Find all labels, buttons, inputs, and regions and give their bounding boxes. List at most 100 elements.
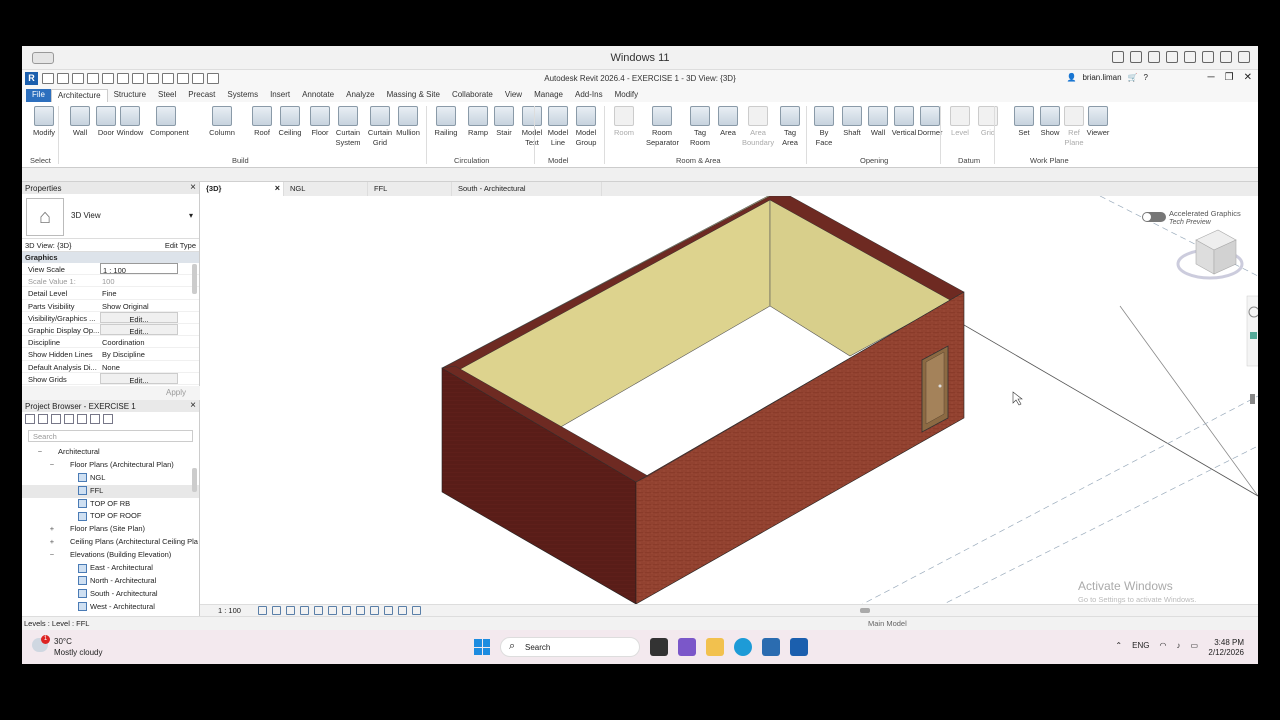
tab-view[interactable]: View: [499, 89, 528, 102]
store-icon[interactable]: [762, 638, 780, 656]
tab-manage[interactable]: Manage: [528, 89, 569, 102]
tree-node[interactable]: − Architectural: [22, 446, 199, 459]
sun-path-icon[interactable]: [286, 606, 295, 615]
render-icon[interactable]: [314, 606, 323, 615]
tree-node[interactable]: East - Architectural: [22, 562, 199, 575]
view-cube[interactable]: [1176, 229, 1244, 280]
expand-icon[interactable]: +: [48, 536, 56, 549]
model-group-tool[interactable]: Model Group: [570, 106, 602, 148]
accelerated-graphics-toggle[interactable]: [1142, 212, 1166, 222]
panel-select[interactable]: Select: [30, 156, 51, 165]
copilot-icon[interactable]: [678, 638, 696, 656]
tree-node[interactable]: + Ceiling Plans (Architectural Ceiling Pl…: [22, 536, 199, 549]
panel-build[interactable]: Build: [232, 156, 249, 165]
property-row[interactable]: Show Hidden Lines By Discipline: [22, 348, 199, 361]
battery-icon[interactable]: ▭: [1190, 641, 1198, 650]
close-icon[interactable]: ×: [190, 400, 196, 411]
area-boundary-tool[interactable]: Area Boundary: [742, 106, 774, 148]
column-tool[interactable]: Column: [206, 106, 238, 138]
user-name[interactable]: brian.liman: [1082, 73, 1121, 82]
tab-annotate[interactable]: Annotate: [296, 89, 340, 102]
modify-tool[interactable]: Modify: [28, 106, 60, 138]
view-tab[interactable]: South - Architectural: [452, 182, 602, 196]
camera-icon[interactable]: [1166, 51, 1178, 63]
scrollbar[interactable]: [192, 468, 197, 492]
ceiling-tool[interactable]: Ceiling: [274, 106, 306, 138]
search-input[interactable]: Search: [28, 430, 193, 442]
main-model-selector[interactable]: Main Model: [868, 619, 907, 628]
view-tab[interactable]: {3D} ×: [200, 182, 284, 196]
dormer-tool[interactable]: Dormer: [914, 106, 946, 138]
tree-node[interactable]: FFL: [22, 484, 199, 498]
language-indicator[interactable]: ENG: [1132, 641, 1149, 650]
edit-type-button[interactable]: Edit Type: [165, 241, 196, 250]
property-row[interactable]: Discipline Coordination: [22, 336, 199, 349]
user-icon[interactable]: 👤: [1066, 73, 1076, 82]
clock[interactable]: 3:48 PM 2/12/2026: [1208, 638, 1244, 658]
property-row[interactable]: Detail Level Fine: [22, 287, 199, 300]
temp-hide-icon[interactable]: [356, 606, 365, 615]
close-icon[interactable]: ✕: [1244, 72, 1252, 83]
property-row[interactable]: Show Grids Edit...: [22, 372, 199, 385]
start-icon[interactable]: [474, 639, 490, 655]
close-icon[interactable]: ×: [190, 182, 196, 193]
tab-modify[interactable]: Modify: [609, 89, 645, 102]
visual-style-icon[interactable]: [272, 606, 281, 615]
expand-icon[interactable]: +: [48, 523, 56, 536]
tree-node[interactable]: − Elevations (Building Elevation): [22, 549, 199, 562]
grid-tool[interactable]: Grid: [972, 106, 1004, 138]
lock-icon[interactable]: [342, 606, 351, 615]
link-icon[interactable]: [103, 414, 113, 424]
settings-icon[interactable]: [1238, 51, 1250, 63]
property-row[interactable]: Graphic Display Op... Edit...: [22, 323, 199, 337]
collapse-icon[interactable]: −: [48, 549, 56, 562]
revit-app-icon[interactable]: [790, 638, 808, 656]
volume-icon[interactable]: ♪: [1176, 641, 1180, 650]
analysis-icon[interactable]: [398, 606, 407, 615]
model-canvas[interactable]: Accelerated Graphics Tech Preview Activa…: [200, 196, 1258, 604]
keyboard-icon[interactable]: [1112, 51, 1124, 63]
tab-precast[interactable]: Precast: [182, 89, 221, 102]
3d-viewport[interactable]: Accelerated Graphics Tech Preview Activa…: [200, 196, 1258, 604]
room-tool[interactable]: Room: [608, 106, 640, 138]
view-selector[interactable]: 3D View: {3D}: [25, 241, 72, 250]
panel-model[interactable]: Model: [548, 156, 568, 165]
group-header[interactable]: Graphics: [22, 252, 199, 263]
shadows-icon[interactable]: [300, 606, 309, 615]
property-row[interactable]: Scale Value 1: 100: [22, 275, 199, 288]
cart-icon[interactable]: 🛒: [1128, 73, 1138, 82]
panel-opening[interactable]: Opening: [860, 156, 888, 165]
tab-architecture[interactable]: Architecture: [50, 89, 108, 102]
component-tool[interactable]: Component: [150, 106, 189, 138]
restore-icon[interactable]: ❐: [1225, 72, 1234, 83]
chevron-down-icon[interactable]: ▾: [189, 211, 193, 220]
tree-node[interactable]: South - Architectural: [22, 588, 199, 601]
scrollbar[interactable]: [1250, 394, 1255, 404]
print-icon[interactable]: [1202, 51, 1214, 63]
panel-datum[interactable]: Datum: [958, 156, 980, 165]
tab-add-ins[interactable]: Add-Ins: [569, 89, 609, 102]
tab-insert[interactable]: Insert: [264, 89, 296, 102]
property-value[interactable]: Edit...: [100, 372, 178, 384]
room-separator-tool[interactable]: Room Separator: [646, 106, 679, 148]
collapse-icon[interactable]: −: [36, 446, 44, 459]
type-selector[interactable]: ⌂ 3D View ▾: [22, 194, 199, 239]
panel-room-area[interactable]: Room & Area: [676, 156, 721, 165]
curtain-system-tool[interactable]: Curtain System: [332, 106, 364, 148]
tab-file[interactable]: File: [26, 89, 51, 102]
view-tab[interactable]: FFL: [368, 182, 452, 196]
collapse-icon[interactable]: −: [48, 459, 56, 472]
mic-icon[interactable]: [1184, 51, 1196, 63]
group-icon[interactable]: [90, 414, 100, 424]
reveal-icon[interactable]: [370, 606, 379, 615]
mullion-tool[interactable]: Mullion: [392, 106, 424, 138]
view-tab[interactable]: NGL: [284, 182, 368, 196]
navigation-bar[interactable]: [1246, 295, 1258, 367]
constraints-icon[interactable]: [412, 606, 421, 615]
minimize-icon[interactable]: ─: [1208, 72, 1215, 83]
tree-node[interactable]: TOP OF ROOF: [22, 510, 199, 523]
property-row[interactable]: View Scale 1 : 100: [22, 263, 199, 276]
tree-node[interactable]: NGL: [22, 472, 199, 485]
tree-node[interactable]: West - Architectural: [22, 601, 199, 614]
tree-node[interactable]: North - Architectural: [22, 575, 199, 588]
